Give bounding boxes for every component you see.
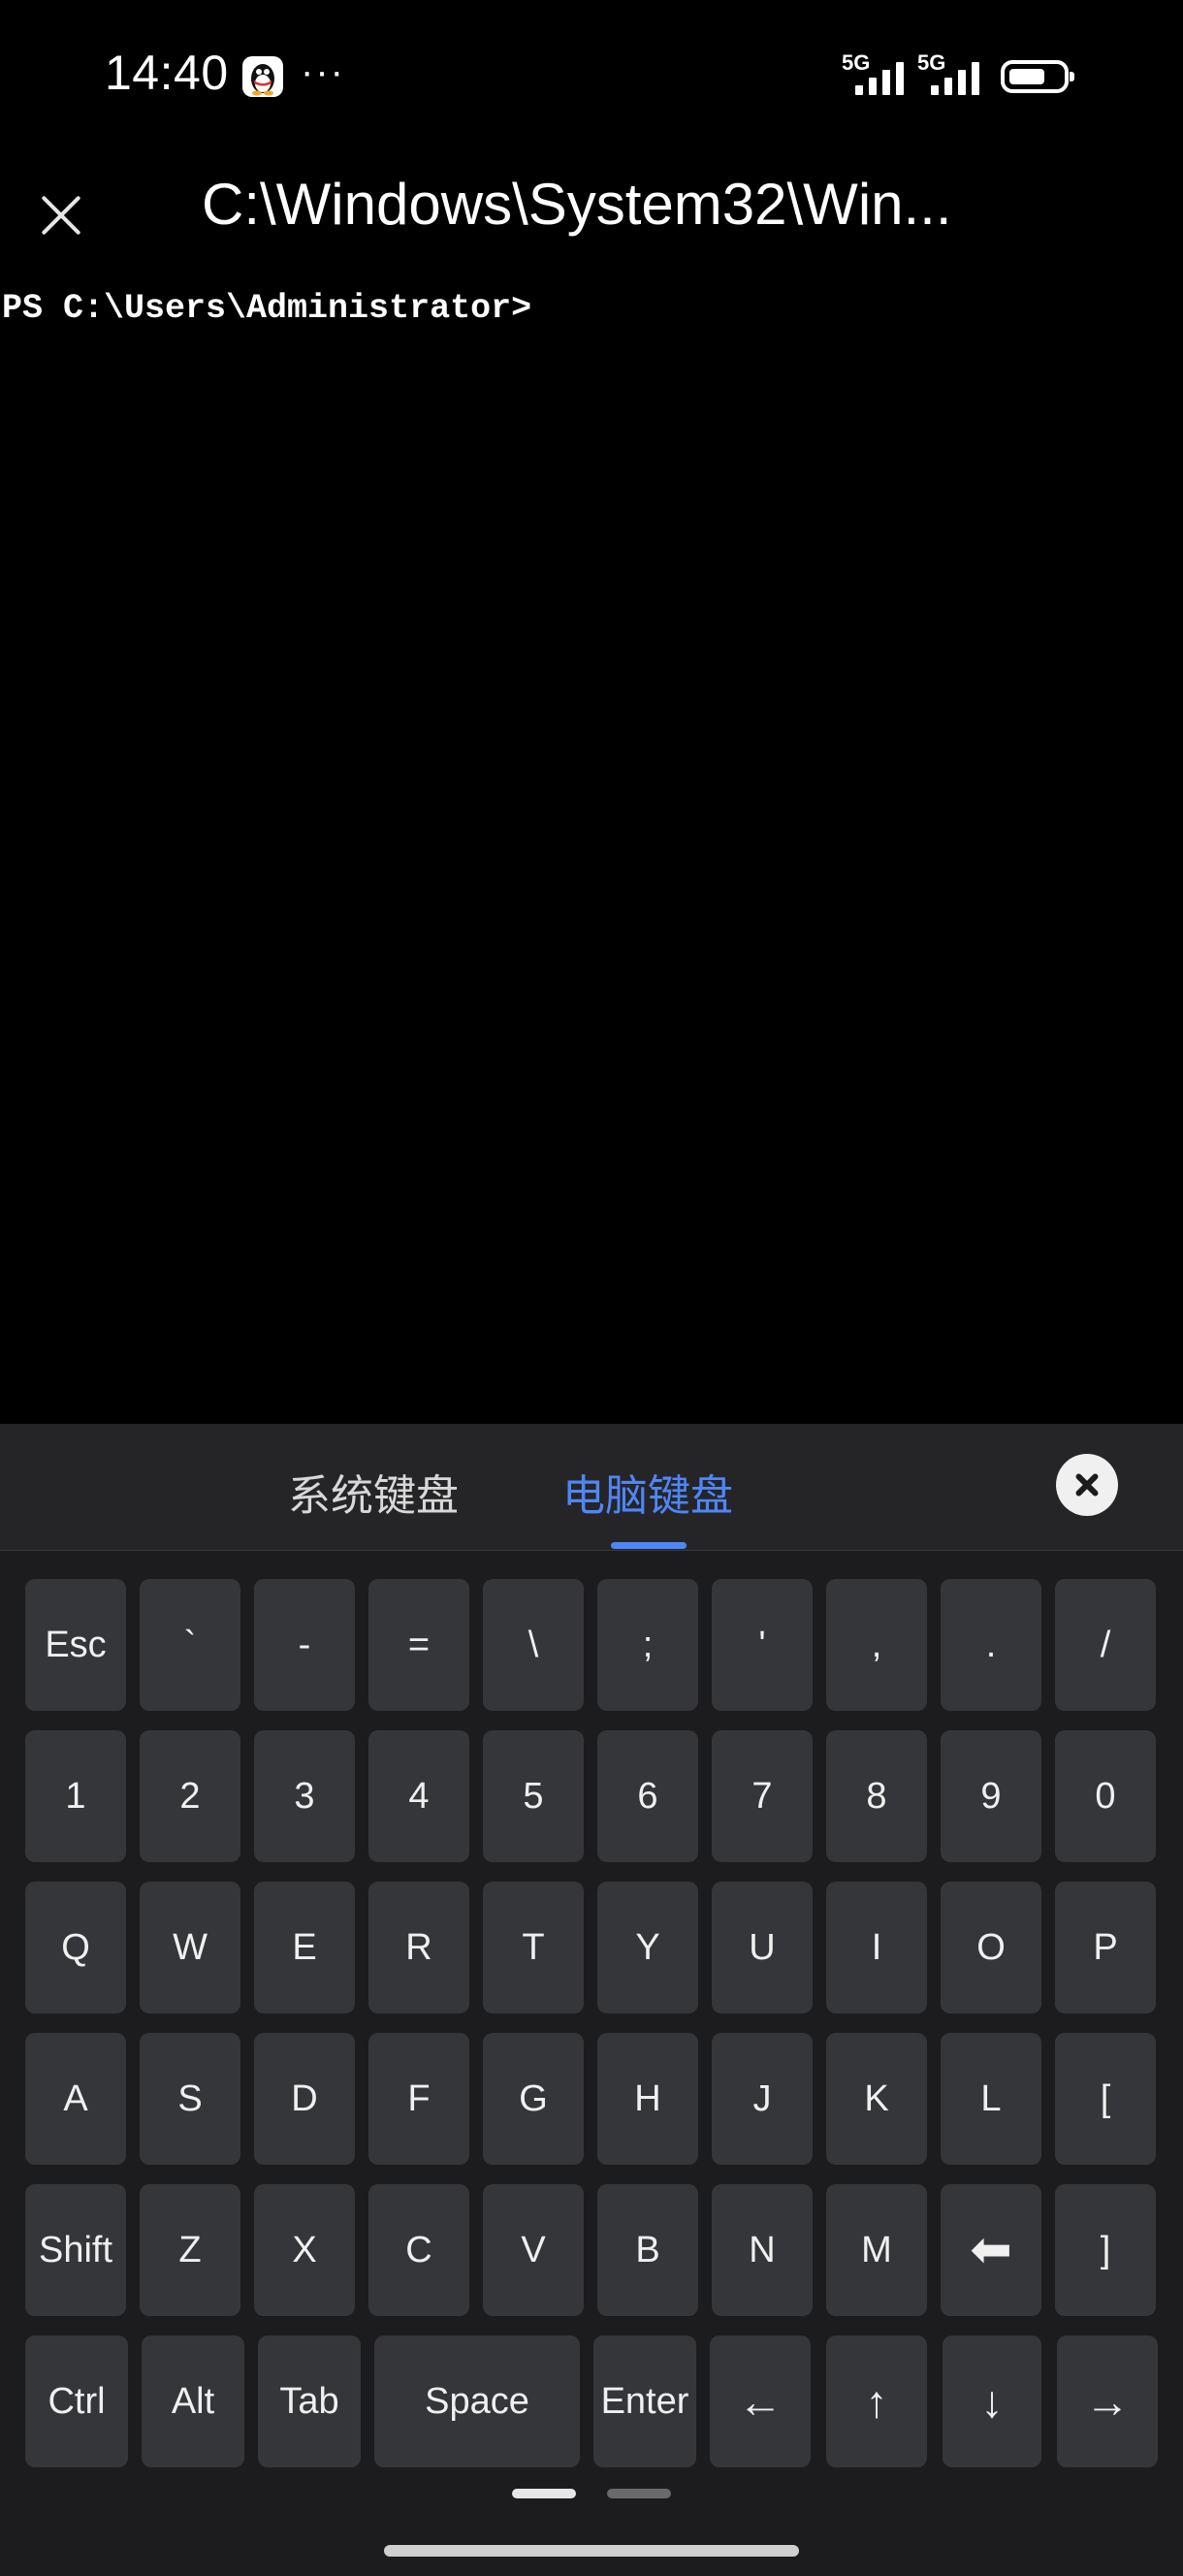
key-right-bracket[interactable]: ] bbox=[1055, 2184, 1156, 2316]
key-left-arrow[interactable]: ← bbox=[710, 2335, 811, 2467]
key-8[interactable]: 8 bbox=[826, 1730, 927, 1862]
close-keyboard-icon[interactable] bbox=[1056, 1454, 1118, 1516]
key-t[interactable]: T bbox=[483, 1882, 584, 2013]
key-6[interactable]: 6 bbox=[597, 1730, 698, 1862]
key-l[interactable]: L bbox=[941, 2033, 1041, 2165]
key-4[interactable]: 4 bbox=[368, 1730, 469, 1862]
key-n[interactable]: N bbox=[712, 2184, 813, 2316]
key-y[interactable]: Y bbox=[597, 1882, 698, 2013]
key-equals[interactable]: = bbox=[368, 1579, 469, 1711]
signal-icon: 5G bbox=[842, 50, 910, 97]
home-indicator bbox=[384, 2545, 799, 2557]
tab-system-keyboard[interactable]: 系统键盘 bbox=[288, 1461, 459, 1523]
key-alt[interactable]: Alt bbox=[142, 2335, 244, 2467]
key-enter[interactable]: Enter bbox=[593, 2335, 696, 2467]
key-right-arrow[interactable]: → bbox=[1057, 2335, 1158, 2467]
key-semicolon[interactable]: ; bbox=[597, 1579, 698, 1711]
signal-icon: 5G bbox=[917, 50, 985, 97]
close-icon[interactable] bbox=[29, 184, 91, 246]
key-comma[interactable]: , bbox=[826, 1579, 927, 1711]
key-7[interactable]: 7 bbox=[712, 1730, 813, 1862]
status-time: 14:40 bbox=[105, 46, 229, 100]
key-d[interactable]: D bbox=[254, 2033, 355, 2165]
key-g[interactable]: G bbox=[483, 2033, 584, 2165]
keyboard-tabs: 系统键盘 电脑键盘 bbox=[0, 1424, 1183, 1551]
page-indicator bbox=[607, 2489, 671, 2498]
key-b[interactable]: B bbox=[597, 2184, 698, 2316]
backspace-icon[interactable]: ⬅ bbox=[941, 2184, 1041, 2316]
tab-pc-keyboard[interactable]: 电脑键盘 bbox=[562, 1461, 733, 1523]
key-f[interactable]: F bbox=[368, 2033, 469, 2165]
key-1[interactable]: 1 bbox=[25, 1730, 126, 1862]
status-bar: 14:40 ··· 5G 5G bbox=[0, 0, 1183, 145]
key-quote[interactable]: ' bbox=[712, 1579, 813, 1711]
key-z[interactable]: Z bbox=[140, 2184, 240, 2316]
key-minus[interactable]: - bbox=[254, 1579, 355, 1711]
key-m[interactable]: M bbox=[826, 2184, 927, 2316]
key-o[interactable]: O bbox=[941, 1882, 1041, 2013]
key-v[interactable]: V bbox=[483, 2184, 584, 2316]
key-ctrl[interactable]: Ctrl bbox=[25, 2335, 128, 2467]
key-r[interactable]: R bbox=[368, 1882, 469, 2013]
more-notifications-icon: ··· bbox=[301, 50, 345, 93]
terminal-prompt: PS C:\Users\Administrator> bbox=[2, 289, 532, 328]
key-i[interactable]: I bbox=[826, 1882, 927, 2013]
key-up-arrow[interactable]: ↑ bbox=[826, 2335, 927, 2467]
key-shift[interactable]: Shift bbox=[25, 2184, 126, 2316]
key-q[interactable]: Q bbox=[25, 1882, 126, 2013]
key-p[interactable]: P bbox=[1055, 1882, 1156, 2013]
key-k[interactable]: K bbox=[826, 2033, 927, 2165]
key-backslash[interactable]: \ bbox=[483, 1579, 584, 1711]
key-s[interactable]: S bbox=[140, 2033, 240, 2165]
key-2[interactable]: 2 bbox=[140, 1730, 240, 1862]
key-down-arrow[interactable]: ↓ bbox=[943, 2335, 1041, 2467]
key-backtick[interactable]: ` bbox=[140, 1579, 240, 1711]
key-9[interactable]: 9 bbox=[941, 1730, 1041, 1862]
key-a[interactable]: A bbox=[25, 2033, 126, 2165]
key-j[interactable]: J bbox=[712, 2033, 813, 2165]
battery-icon bbox=[1001, 60, 1074, 93]
key-c[interactable]: C bbox=[368, 2184, 469, 2316]
key-3[interactable]: 3 bbox=[254, 1730, 355, 1862]
page-indicator-active bbox=[512, 2489, 576, 2498]
active-tab-indicator bbox=[611, 1542, 687, 1549]
key-left-bracket[interactable]: [ bbox=[1055, 2033, 1156, 2165]
key-period[interactable]: . bbox=[941, 1579, 1041, 1711]
key-space[interactable]: Space bbox=[374, 2335, 580, 2467]
key-u[interactable]: U bbox=[712, 1882, 813, 2013]
key-0[interactable]: 0 bbox=[1055, 1730, 1156, 1862]
key-slash[interactable]: / bbox=[1055, 1579, 1156, 1711]
key-w[interactable]: W bbox=[140, 1882, 240, 2013]
key-tab[interactable]: Tab bbox=[258, 2335, 361, 2467]
key-esc[interactable]: Esc bbox=[25, 1579, 126, 1711]
qq-penguin-icon bbox=[242, 56, 283, 97]
key-x[interactable]: X bbox=[254, 2184, 355, 2316]
key-h[interactable]: H bbox=[597, 2033, 698, 2165]
terminal-area[interactable]: PS C:\Users\Administrator> bbox=[0, 252, 1183, 1424]
key-e[interactable]: E bbox=[254, 1882, 355, 2013]
key-5[interactable]: 5 bbox=[483, 1730, 584, 1862]
window-title: C:\Windows\System32\Win... bbox=[202, 172, 952, 237]
